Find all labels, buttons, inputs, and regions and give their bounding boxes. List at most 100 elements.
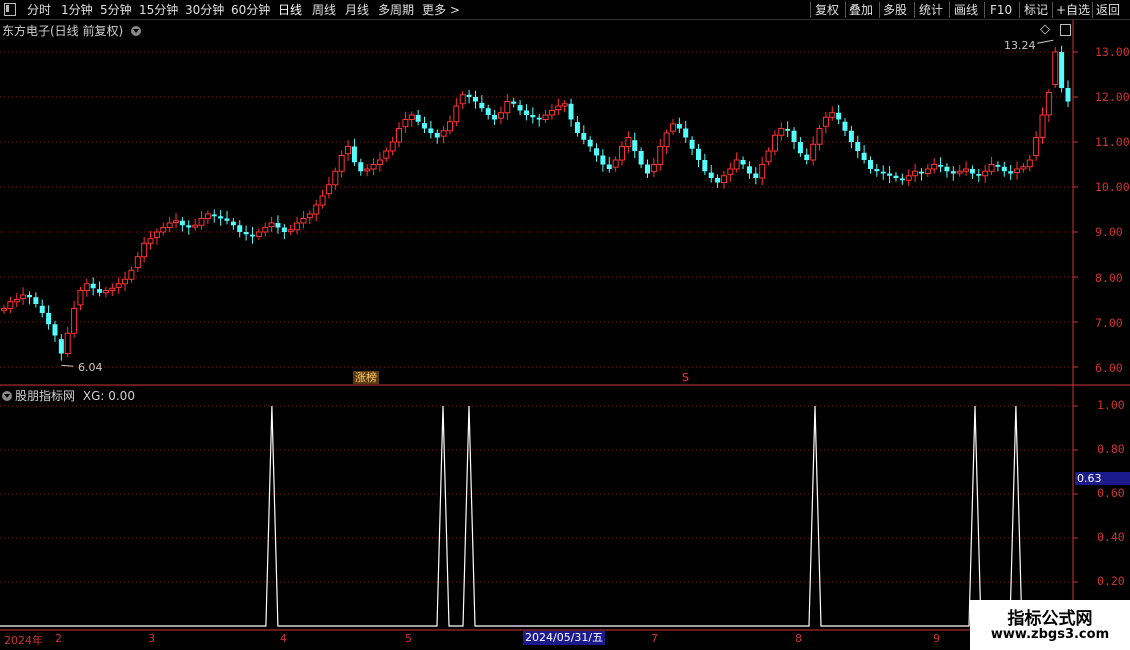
tab-daily[interactable]: 日线	[278, 2, 302, 18]
candle-body-up	[383, 150, 390, 159]
candle-body-up	[1, 308, 7, 311]
zhangbang-badge[interactable]: 涨榜	[353, 371, 379, 384]
candle-body-up	[20, 294, 27, 300]
back-button[interactable]: 返回	[1096, 2, 1120, 18]
tab-60min[interactable]: 60分钟	[231, 2, 270, 18]
fuquan-button[interactable]: 复权	[815, 2, 839, 18]
kline-chart[interactable]	[0, 20, 1130, 650]
toolbar-divider	[949, 2, 950, 18]
tab-fenshi[interactable]: 分时	[27, 2, 51, 18]
window-icon[interactable]	[1060, 24, 1071, 36]
indicator-menu-icon[interactable]	[2, 391, 12, 401]
overlay-button[interactable]: 叠加	[849, 2, 873, 18]
candle-body-up	[446, 121, 453, 132]
toolbar-divider	[1019, 2, 1020, 18]
tab-more[interactable]: 更多 >	[422, 2, 460, 18]
candle-body-down	[797, 142, 803, 154]
candle-body-down	[976, 173, 982, 176]
cursor-date: 2024/05/31/五	[523, 631, 606, 645]
candle-body-up	[669, 123, 676, 132]
signal-s-badge[interactable]: S	[682, 371, 689, 384]
candle-body-up	[294, 222, 301, 231]
candle-body-down	[33, 297, 39, 304]
candle-body-down	[899, 178, 905, 181]
candle-body-down	[581, 133, 587, 140]
diamond-icon[interactable]: ◇	[1040, 22, 1050, 37]
candle-body-down	[237, 225, 243, 232]
candle-body-up	[319, 195, 326, 206]
tab-weekly[interactable]: 周线	[312, 2, 336, 18]
candle-body-down	[874, 169, 880, 172]
candle-body-up	[198, 218, 205, 226]
tab-15min[interactable]: 15分钟	[139, 2, 178, 18]
toolbar-divider	[1092, 2, 1093, 18]
indicator-name: 股朋指标网	[15, 389, 76, 403]
xg-signal-line	[0, 405, 1073, 627]
candle-body-down	[434, 133, 440, 138]
candle-body-down	[689, 139, 695, 149]
candle-body-up	[147, 238, 154, 244]
candle-body-down	[517, 105, 523, 111]
indicator-tick: 0.20	[1097, 574, 1125, 588]
layout-toggle-icon[interactable]	[4, 3, 16, 16]
candle-body-up	[453, 105, 460, 123]
candle-body-up	[204, 213, 211, 219]
tab-30min[interactable]: 30分钟	[185, 2, 224, 18]
candle-body-up	[459, 94, 466, 105]
candle-body-up	[663, 132, 670, 147]
candle-body-up	[1045, 92, 1052, 116]
toolbar-divider	[914, 2, 915, 18]
price-tick: 9.00	[1095, 225, 1123, 239]
candle-body-up	[733, 159, 740, 170]
candle-body-down	[243, 232, 249, 235]
indicator-tick: 0.80	[1097, 442, 1125, 456]
add-watchlist-button[interactable]: +自选	[1056, 2, 1090, 18]
candle-body-down	[969, 169, 975, 174]
candle-body-up	[268, 222, 275, 228]
candle-body-up	[332, 170, 339, 186]
candle-body-up	[345, 146, 352, 155]
candle-body-down	[211, 214, 217, 217]
candle-body-down	[249, 234, 255, 237]
candle-body-up	[396, 128, 403, 143]
candle-body-down	[842, 121, 848, 131]
tab-1min[interactable]: 1分钟	[61, 2, 93, 18]
candle-body-down	[880, 171, 886, 174]
tab-monthly[interactable]: 月线	[345, 2, 369, 18]
candle-body-down	[708, 172, 714, 178]
candle-body-down	[918, 171, 924, 174]
panel-menu-icon[interactable]	[131, 26, 142, 36]
candle-body-down	[938, 164, 944, 167]
date-label: 2024年	[4, 634, 43, 647]
candle-body-up	[325, 184, 332, 195]
low-price-label: 6.04	[78, 361, 103, 374]
tab-multi-period[interactable]: 多周期	[378, 2, 414, 18]
candle-body-down	[224, 218, 230, 221]
candle-body-up	[765, 150, 772, 163]
candle-body-down	[179, 220, 185, 226]
candle-body-down	[511, 101, 517, 104]
candle-body-up	[306, 213, 313, 219]
candle-body-down	[715, 178, 721, 183]
candle-body-up	[338, 155, 345, 172]
candle-body-down	[893, 175, 899, 178]
candle-body-up	[255, 231, 262, 237]
candle-body-up	[548, 110, 555, 116]
statistics-button[interactable]: 统计	[919, 2, 943, 18]
candle-body-up	[370, 164, 377, 170]
indicator-cursor-value: 0.63	[1075, 472, 1130, 485]
candle-body-down	[485, 108, 491, 115]
tab-5min[interactable]: 5分钟	[100, 2, 132, 18]
draw-line-button[interactable]: 画线	[954, 2, 978, 18]
f10-button[interactable]: F10	[990, 2, 1012, 18]
candle-body-up	[102, 290, 109, 294]
candle-body-down	[1008, 171, 1014, 174]
date-label: 7	[651, 632, 658, 645]
watermark-title: 指标公式网	[1007, 609, 1093, 629]
multi-stock-button[interactable]: 多股	[883, 2, 907, 18]
candle-body-up	[1052, 51, 1059, 85]
price-tick: 8.00	[1095, 271, 1123, 285]
candle-body-up	[982, 170, 989, 177]
mark-button[interactable]: 标记	[1024, 2, 1048, 18]
candle-body-up	[829, 112, 836, 118]
